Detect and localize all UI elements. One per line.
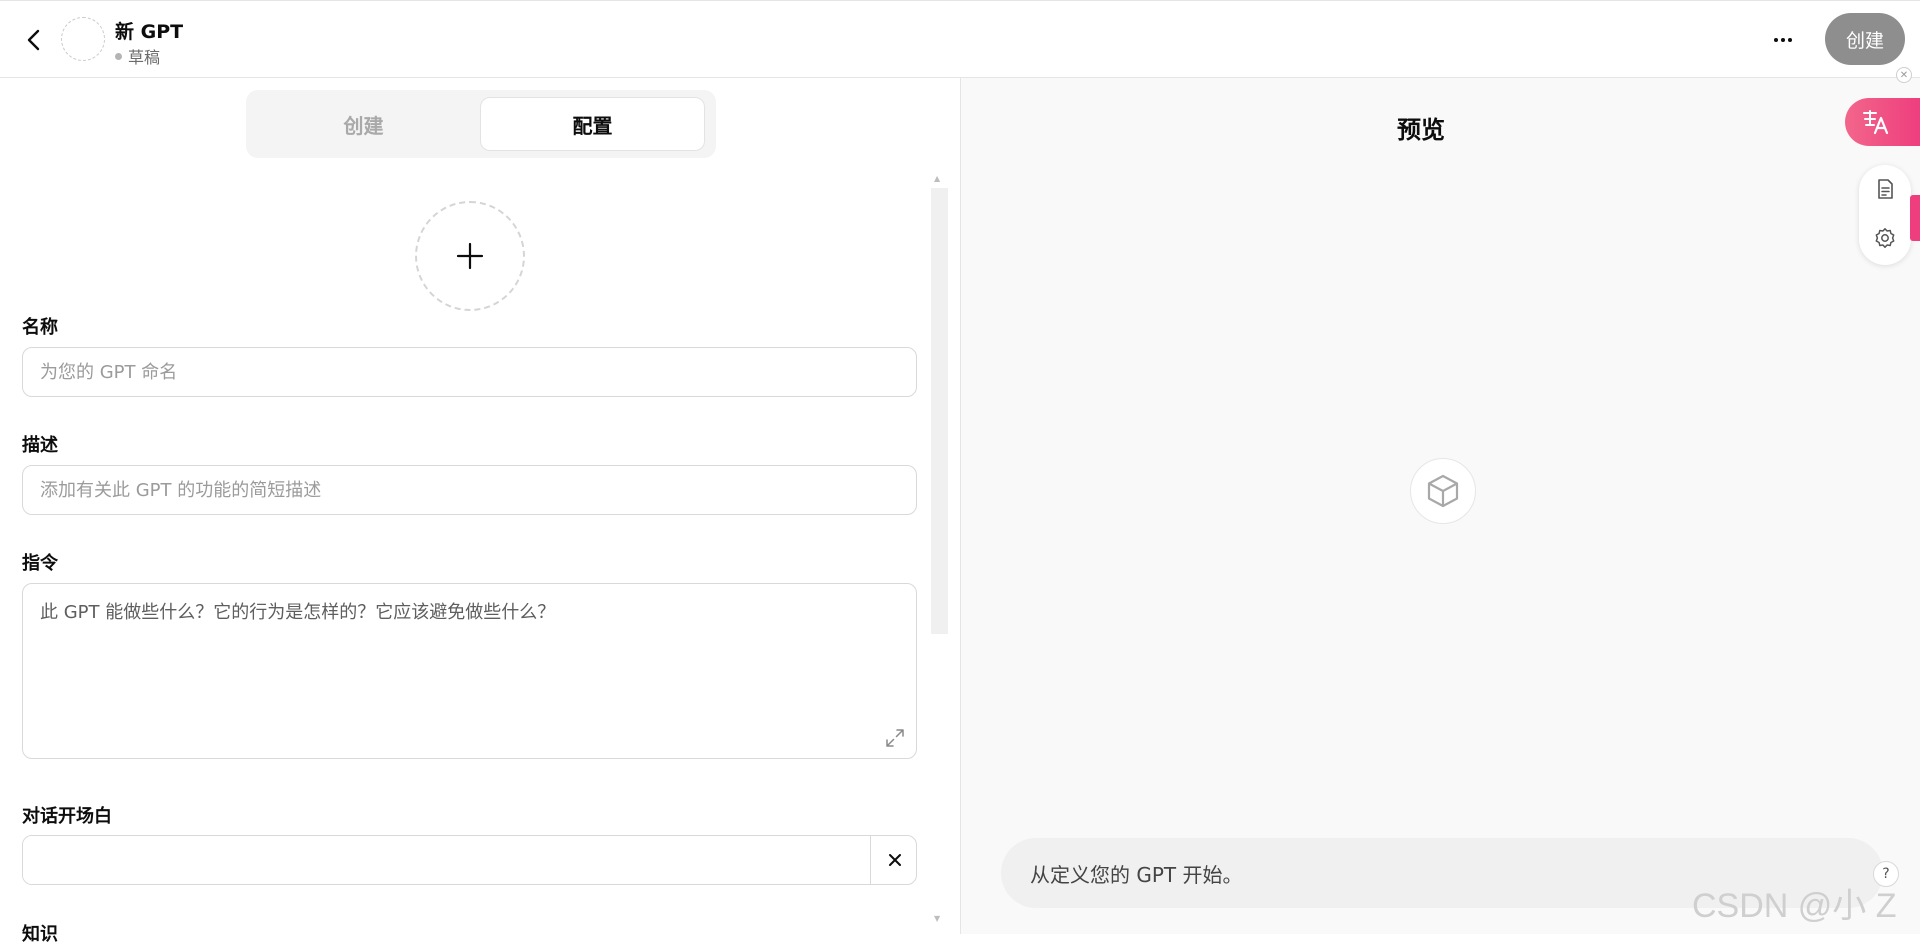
tab-configure[interactable]: 配置 bbox=[480, 97, 705, 151]
close-toolbar-button[interactable]: ✕ bbox=[1896, 67, 1912, 83]
close-icon bbox=[888, 854, 901, 866]
scroll-up-arrow[interactable]: ▲ bbox=[934, 174, 940, 183]
gpt-avatar bbox=[61, 17, 105, 61]
scroll-down-arrow[interactable]: ▼ bbox=[934, 914, 940, 923]
mode-tabs: 创建 配置 bbox=[246, 90, 716, 158]
more-icon bbox=[1774, 38, 1792, 42]
instructions-label: 指令 bbox=[22, 553, 58, 574]
document-button[interactable] bbox=[1872, 176, 1898, 202]
document-icon bbox=[1878, 179, 1893, 199]
conversation-starters-label: 对话开场白 bbox=[22, 806, 112, 827]
cube-icon bbox=[1427, 474, 1459, 508]
plus-icon bbox=[456, 242, 484, 270]
preview-title: 预览 bbox=[1397, 116, 1445, 144]
top-bar: 新 GPT 草稿 创建 bbox=[0, 0, 1920, 78]
conversation-starter-input[interactable] bbox=[23, 836, 870, 884]
description-input[interactable] bbox=[22, 465, 917, 515]
expand-textarea-button[interactable] bbox=[884, 727, 906, 749]
gpt-title: 新 GPT bbox=[115, 21, 184, 43]
translate-icon bbox=[1863, 110, 1889, 135]
watermark: CSDN @小 Z bbox=[1692, 887, 1897, 925]
draft-status: 草稿 bbox=[115, 44, 160, 68]
upload-avatar-button[interactable] bbox=[415, 201, 525, 311]
knowledge-label: 知识 bbox=[22, 924, 58, 945]
description-label: 描述 bbox=[22, 435, 58, 456]
gear-icon bbox=[1875, 228, 1895, 248]
translate-button[interactable] bbox=[1845, 98, 1920, 146]
configure-panel: 创建 配置 ▲ ▼ 名称 描述 指令 对话开场白 知识 bbox=[0, 78, 960, 945]
expand-icon bbox=[886, 729, 904, 747]
status-dot bbox=[115, 52, 122, 60]
side-pink-tab[interactable] bbox=[1910, 195, 1920, 241]
gpt-placeholder-badge bbox=[1410, 458, 1476, 524]
conversation-starter-row bbox=[22, 835, 917, 885]
name-label: 名称 bbox=[22, 317, 58, 338]
preview-panel: 预览 从定义您的 GPT 开始。 bbox=[960, 78, 1920, 934]
draft-status-label: 草稿 bbox=[128, 48, 161, 67]
remove-starter-button[interactable] bbox=[870, 836, 916, 884]
side-toolbar bbox=[1859, 165, 1911, 265]
scrollbar[interactable] bbox=[931, 188, 948, 634]
tab-create[interactable]: 创建 bbox=[251, 97, 476, 151]
name-input[interactable] bbox=[22, 347, 917, 397]
settings-button[interactable] bbox=[1872, 225, 1898, 251]
back-button[interactable] bbox=[20, 25, 48, 55]
more-options-button[interactable] bbox=[1768, 25, 1798, 55]
create-gpt-button[interactable]: 创建 bbox=[1825, 13, 1905, 65]
back-arrow-icon bbox=[27, 29, 40, 51]
instructions-textarea[interactable] bbox=[22, 583, 917, 759]
